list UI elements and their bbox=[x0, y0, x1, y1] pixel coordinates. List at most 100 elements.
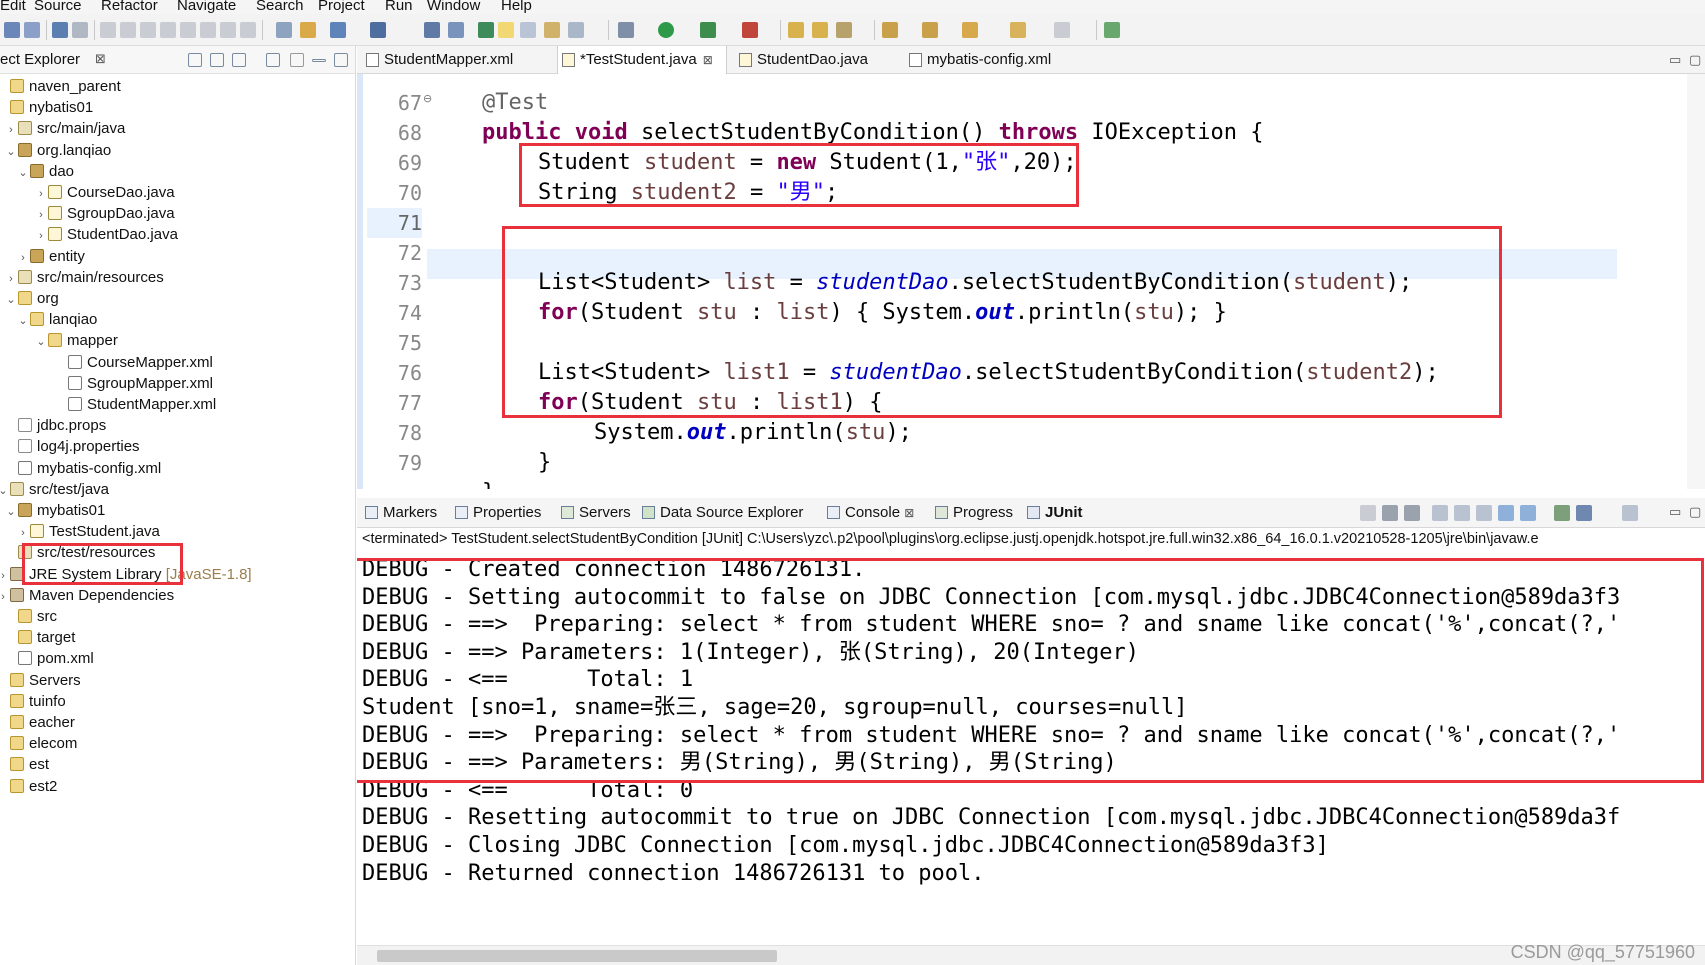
next-annotation-icon[interactable] bbox=[882, 22, 898, 38]
tree-item[interactable]: mybatis-config.xml bbox=[4, 458, 161, 480]
collapse-all-icon[interactable] bbox=[188, 53, 202, 67]
tree-item[interactable]: › SgroupDao.java bbox=[34, 203, 174, 226]
back-icon[interactable] bbox=[1010, 22, 1026, 38]
filter-icon[interactable] bbox=[232, 53, 246, 67]
menu-navigate[interactable]: Navigate bbox=[177, 0, 236, 14]
tree-item[interactable]: › src/main/resources bbox=[4, 267, 164, 289]
save-all-icon[interactable] bbox=[24, 22, 40, 38]
external-tools-icon[interactable] bbox=[742, 22, 758, 38]
refactor-icon[interactable] bbox=[300, 22, 316, 38]
project-explorer-title[interactable]: ect Explorer bbox=[0, 51, 80, 68]
menu-window[interactable]: Window bbox=[427, 0, 480, 14]
tree-item[interactable]: ⌄ dao bbox=[16, 161, 74, 183]
tree-item[interactable]: › StudentDao.java bbox=[34, 224, 178, 246]
show-on-error-icon[interactable] bbox=[1520, 505, 1536, 521]
tree-item[interactable]: src bbox=[4, 606, 57, 628]
tab-mybatis-config-xml[interactable]: mybatis-config.xml bbox=[905, 46, 1085, 74]
tab-studentdao-java[interactable]: StudentDao.java bbox=[735, 46, 895, 74]
new-server-icon[interactable] bbox=[330, 22, 346, 38]
tab-progress[interactable]: Progress bbox=[935, 504, 1013, 521]
remove-launch-icon[interactable] bbox=[1382, 505, 1398, 521]
search-icon[interactable] bbox=[836, 22, 852, 38]
step-over-icon[interactable] bbox=[220, 22, 236, 38]
previous-annotation-icon[interactable] bbox=[922, 22, 938, 38]
minimize-icon[interactable]: ▭ bbox=[1669, 52, 1681, 68]
run-coverage-icon[interactable] bbox=[700, 22, 716, 38]
new-wizard-icon[interactable] bbox=[276, 22, 292, 38]
menu-help[interactable]: Help bbox=[501, 0, 532, 14]
suspend-icon[interactable] bbox=[140, 22, 156, 38]
paragraph-icon[interactable] bbox=[568, 22, 584, 38]
link-with-editor-icon[interactable] bbox=[210, 53, 224, 67]
tree-item[interactable]: ⌄ org.lanqiao bbox=[4, 140, 111, 162]
code-line-67[interactable]: @Test bbox=[482, 88, 548, 118]
toggle-block-icon[interactable] bbox=[520, 22, 536, 38]
tab-studentmapper-xml[interactable]: StudentMapper.xml bbox=[362, 46, 540, 74]
tree-item[interactable]: › CourseDao.java bbox=[34, 182, 174, 205]
chevron-right-icon[interactable]: › bbox=[34, 204, 48, 226]
open-task-icon[interactable] bbox=[478, 22, 494, 38]
chevron-right-icon[interactable]: › bbox=[34, 183, 48, 205]
minimize-icon[interactable] bbox=[312, 59, 326, 62]
tree-item[interactable]: est2 bbox=[0, 776, 57, 798]
tree-item[interactable]: SgroupMapper.xml bbox=[54, 373, 213, 395]
pin-icon[interactable] bbox=[72, 22, 88, 38]
terminal-icon[interactable] bbox=[52, 22, 68, 38]
show-on-output-icon[interactable] bbox=[1498, 505, 1514, 521]
step-into-icon[interactable] bbox=[200, 22, 216, 38]
minimize-icon[interactable]: ▭ bbox=[1669, 504, 1681, 520]
expand-icon[interactable]: ⌄ bbox=[4, 289, 18, 311]
remove-all-icon[interactable] bbox=[1404, 505, 1420, 521]
terminate-icon[interactable] bbox=[1360, 505, 1376, 521]
tab-junit[interactable]: JUnit bbox=[1027, 504, 1083, 521]
code-line-79[interactable]: } bbox=[482, 478, 495, 489]
chevron-right-icon[interactable]: › bbox=[0, 586, 10, 608]
tree-item[interactable]: ⌄ mybatis01 bbox=[4, 500, 105, 522]
more-icon[interactable] bbox=[290, 53, 304, 67]
chevron-right-icon[interactable]: › bbox=[34, 225, 48, 247]
view-menu-icon[interactable] bbox=[266, 53, 280, 67]
expand-icon[interactable]: ⌄ bbox=[16, 310, 30, 332]
run-icon[interactable] bbox=[658, 22, 674, 38]
chevron-right-icon[interactable]: › bbox=[4, 119, 18, 141]
save-icon[interactable] bbox=[4, 22, 20, 38]
tree-item[interactable]: jdbc.props bbox=[4, 415, 106, 437]
tree-item[interactable]: naven_parent bbox=[0, 76, 121, 98]
tree-item[interactable]: › Maven Dependencies bbox=[0, 585, 174, 607]
tree-item[interactable]: pom.xml bbox=[4, 648, 94, 670]
tab-data-source-explorer[interactable]: Data Source Explorer bbox=[642, 504, 803, 521]
menu-edit[interactable]: Edit bbox=[0, 0, 26, 14]
menu-refactor[interactable]: Refactor bbox=[101, 0, 158, 14]
tab-servers[interactable]: Servers bbox=[561, 504, 631, 521]
menu-project[interactable]: Project bbox=[318, 0, 365, 14]
tree-item[interactable]: CourseMapper.xml bbox=[54, 352, 213, 374]
tab-console[interactable]: Console ⊠ bbox=[827, 504, 914, 521]
maximize-icon[interactable]: ▢ bbox=[1689, 504, 1701, 520]
disconnect-icon[interactable] bbox=[180, 22, 196, 38]
close-icon[interactable]: ⊠ bbox=[904, 506, 914, 520]
chevron-right-icon[interactable]: › bbox=[4, 268, 18, 290]
tree-item[interactable]: StudentMapper.xml bbox=[54, 394, 216, 416]
maximize-icon[interactable] bbox=[334, 53, 348, 67]
close-icon[interactable]: ⊠ bbox=[703, 53, 713, 67]
tree-item[interactable]: ⌄ mapper bbox=[34, 330, 117, 353]
display-console-icon[interactable] bbox=[1576, 505, 1592, 521]
tree-item[interactable]: tuinfo bbox=[0, 691, 66, 713]
fold-icon[interactable]: ⊖ bbox=[423, 88, 432, 110]
expand-icon[interactable]: ⌄ bbox=[34, 331, 48, 353]
expand-icon[interactable]: ⌄ bbox=[0, 480, 10, 502]
coverage-icon[interactable] bbox=[448, 22, 464, 38]
tree-item[interactable]: est bbox=[0, 754, 49, 776]
terminate-icon[interactable] bbox=[160, 22, 176, 38]
tree-item[interactable]: ⌄ lanqiao bbox=[16, 309, 97, 331]
close-icon[interactable]: ⊠ bbox=[95, 51, 106, 67]
new-console-icon[interactable] bbox=[1622, 505, 1638, 521]
scrollbar-thumb[interactable] bbox=[377, 950, 777, 962]
resume-icon[interactable] bbox=[120, 22, 136, 38]
menu-search[interactable]: Search bbox=[256, 0, 304, 14]
menu-run[interactable]: Run bbox=[385, 0, 413, 14]
debug-icon[interactable] bbox=[618, 22, 634, 38]
code-line-78[interactable]: } bbox=[538, 448, 551, 478]
word-wrap-icon[interactable] bbox=[1476, 505, 1492, 521]
last-edit-icon[interactable] bbox=[962, 22, 978, 38]
